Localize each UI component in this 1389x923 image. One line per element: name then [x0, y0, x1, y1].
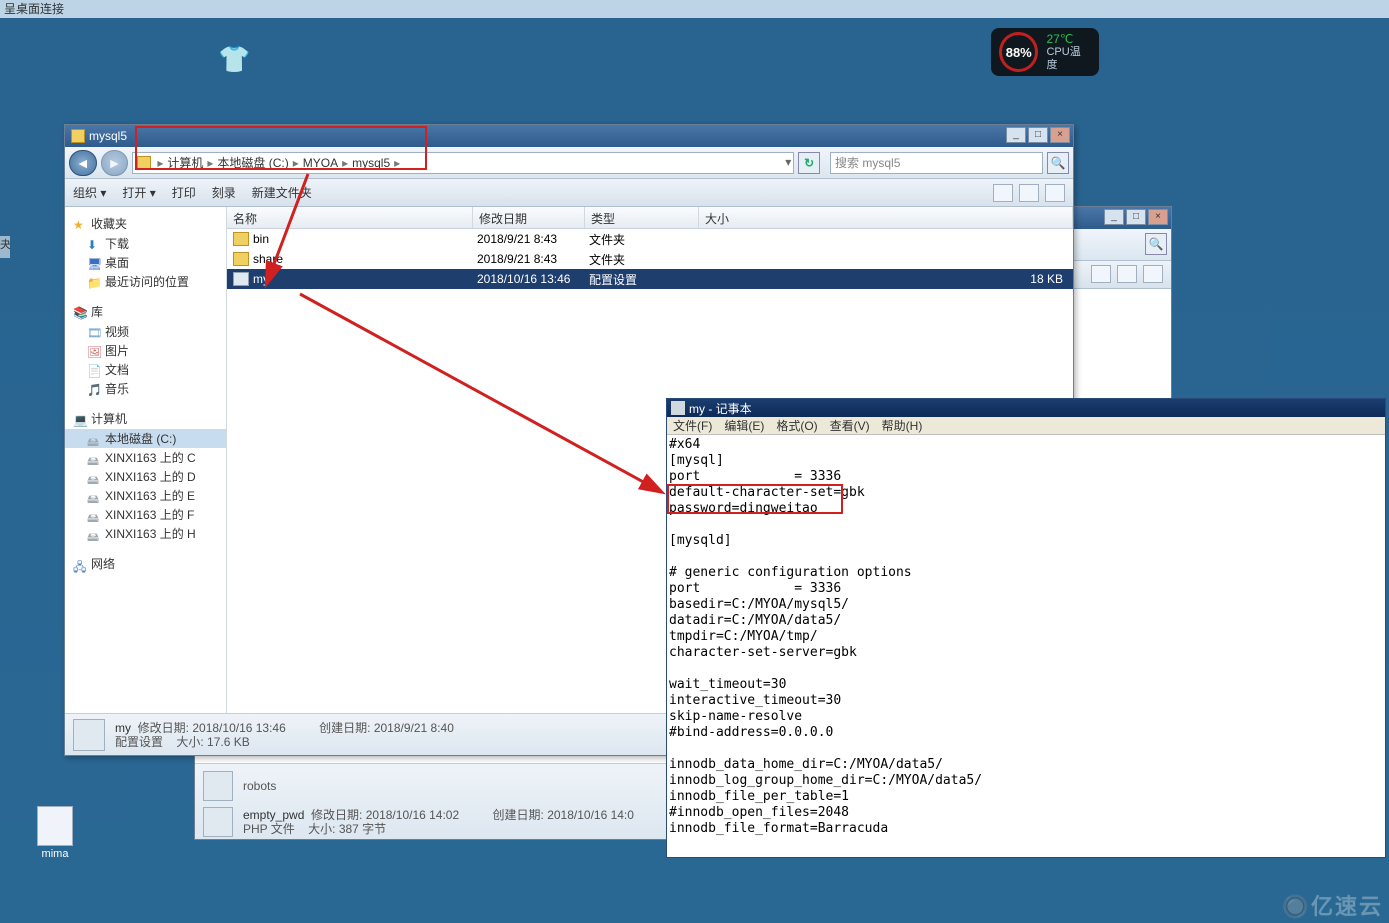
sidebar-item-netdrive-d[interactable]: 🖴XINXI163 上的 D [65, 467, 226, 486]
folder-icon [71, 129, 85, 143]
gauge-ring: 88% [999, 32, 1038, 72]
cfg-icon [233, 272, 249, 286]
status-file-icon [73, 719, 105, 751]
cpu-gauge: 88% 27℃ CPU温度 [991, 28, 1099, 76]
view-icon[interactable] [1091, 265, 1111, 283]
sidebar-item-recent[interactable]: 📁最近访问的位置 [65, 272, 226, 291]
close-button[interactable]: × [1050, 127, 1070, 143]
file-icon [203, 771, 233, 801]
rdp-titlebar: 呈桌面连接 [0, 0, 1389, 18]
pane-icon[interactable] [1117, 265, 1137, 283]
sidebar-item-netdrive-c[interactable]: 🖴XINXI163 上的 C [65, 448, 226, 467]
breadcrumb[interactable]: ▸ 计算机▸ 本地磁盘 (C:)▸ MYOA▸ mysql5▸ ▾ [132, 152, 794, 174]
explorer-navbar: ◄ ► ▸ 计算机▸ 本地磁盘 (C:)▸ MYOA▸ mysql5▸ ▾ ↻ … [65, 147, 1073, 179]
notepad-menubar[interactable]: 文件(F) 编辑(E) 格式(O) 查看(V) 帮助(H) [667, 417, 1385, 435]
minimize-button[interactable]: _ [1104, 209, 1124, 225]
help-icon[interactable] [1045, 184, 1065, 202]
sidebar-favorites[interactable]: ★收藏夹 [65, 213, 226, 234]
search-input[interactable]: 搜索 mysql5 [830, 152, 1043, 174]
maximize-button[interactable]: □ [1126, 209, 1146, 225]
sidebar-item-netdrive-h[interactable]: 🖴XINXI163 上的 H [65, 524, 226, 543]
menu-view[interactable]: 查看(V) [830, 417, 870, 434]
tb-open[interactable]: 打开 ▾ [122, 184, 155, 201]
menu-help[interactable]: 帮助(H) [882, 417, 923, 434]
folder-icon [137, 156, 151, 169]
gauge-info: 27℃ CPU温度 [1046, 33, 1091, 72]
notepad-window[interactable]: my - 记事本 文件(F) 编辑(E) 格式(O) 查看(V) 帮助(H) #… [666, 398, 1386, 858]
file-row[interactable]: share2018/9/21 8:43文件夹 [227, 249, 1073, 269]
col-size[interactable]: 大小 [699, 207, 1073, 228]
close-button[interactable]: × [1148, 209, 1168, 225]
menu-format[interactable]: 格式(O) [776, 417, 817, 434]
back-button[interactable]: ◄ [69, 150, 97, 176]
sidebar-item-drive-c[interactable]: 🖴本地磁盘 (C:) [65, 429, 226, 448]
sidebar-network[interactable]: 🖧网络 [65, 553, 226, 574]
text-file-icon [37, 806, 73, 846]
side-marker: 夬 [0, 236, 10, 258]
sidebar-item-netdrive-f[interactable]: 🖴XINXI163 上的 F [65, 505, 226, 524]
sidebar-item-netdrive-e[interactable]: 🖴XINXI163 上的 E [65, 486, 226, 505]
notepad-text[interactable]: #x64 [mysql] port = 3336 default-charact… [667, 435, 1385, 857]
refresh-button[interactable]: ↻ [798, 152, 820, 174]
notepad-icon [671, 401, 685, 415]
col-date[interactable]: 修改日期 [473, 207, 585, 228]
watermark: 🔘亿速云 [1282, 889, 1383, 921]
help-icon[interactable] [1143, 265, 1163, 283]
php-file-icon [203, 807, 233, 837]
search-button[interactable]: 🔍 [1047, 152, 1069, 174]
explorer-toolbar: 组织 ▾ 打开 ▾ 打印 刻录 新建文件夹 [65, 179, 1073, 207]
explorer-sidebar[interactable]: ★收藏夹 ⬇下载 🖥桌面 📁最近访问的位置 📚库 🎞视频 🖼图片 📄文档 🎵音乐… [65, 207, 227, 713]
tshirt-icon: 👕 [218, 44, 250, 75]
explorer-titlebar[interactable]: mysql5 _ □ × [65, 125, 1073, 147]
sidebar-item-pictures[interactable]: 🖼图片 [65, 341, 226, 360]
window-title: mysql5 [89, 129, 127, 143]
forward-button[interactable]: ► [101, 150, 129, 176]
tb-burn[interactable]: 刻录 [212, 184, 236, 201]
sidebar-item-downloads[interactable]: ⬇下载 [65, 234, 226, 253]
folder-icon [233, 252, 249, 266]
sidebar-computer[interactable]: 💻计算机 [65, 408, 226, 429]
column-headers[interactable]: 名称 修改日期 类型 大小 [227, 207, 1073, 229]
sidebar-item-music[interactable]: 🎵音乐 [65, 379, 226, 398]
sidebar-item-videos[interactable]: 🎞视频 [65, 322, 226, 341]
menu-edit[interactable]: 编辑(E) [724, 417, 764, 434]
maximize-button[interactable]: □ [1028, 127, 1048, 143]
menu-file[interactable]: 文件(F) [673, 417, 712, 434]
desktop-file-mima[interactable]: mima [30, 806, 80, 860]
col-type[interactable]: 类型 [585, 207, 699, 228]
sidebar-item-desktop[interactable]: 🖥桌面 [65, 253, 226, 272]
tb-print[interactable]: 打印 [172, 184, 196, 201]
notepad-titlebar[interactable]: my - 记事本 [667, 399, 1385, 417]
sidebar-item-documents[interactable]: 📄文档 [65, 360, 226, 379]
file-row[interactable]: my2018/10/16 13:46配置设置18 KB [227, 269, 1073, 289]
tb-organize[interactable]: 组织 ▾ [73, 184, 106, 201]
sidebar-libraries[interactable]: 📚库 [65, 301, 226, 322]
minimize-button[interactable]: _ [1006, 127, 1026, 143]
preview-pane-icon[interactable] [1019, 184, 1039, 202]
search-icon[interactable]: 🔍 [1145, 233, 1167, 255]
folder-icon [233, 232, 249, 246]
file-row[interactable]: bin2018/9/21 8:43文件夹 [227, 229, 1073, 249]
col-name[interactable]: 名称 [227, 207, 473, 228]
tb-newfolder[interactable]: 新建文件夹 [252, 184, 312, 201]
view-layout-icon[interactable] [993, 184, 1013, 202]
